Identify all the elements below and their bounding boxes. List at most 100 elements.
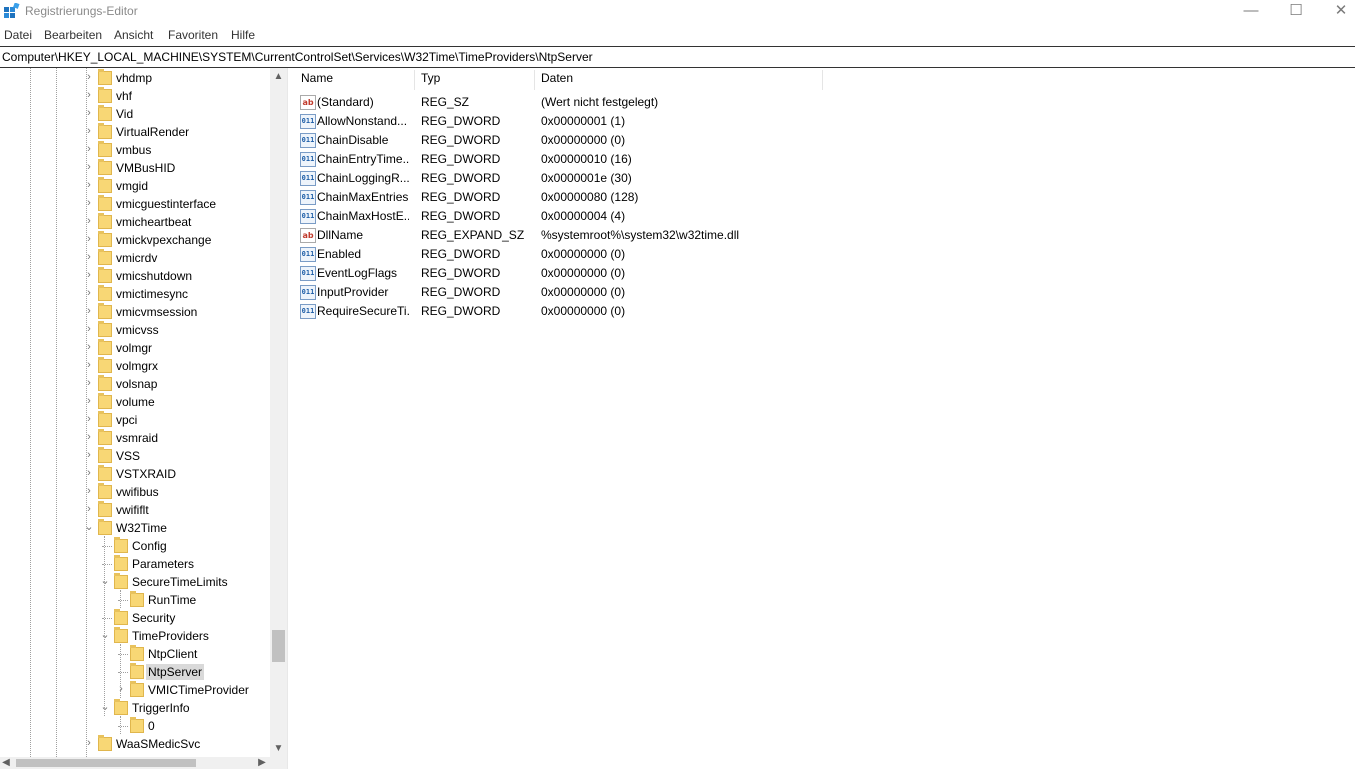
menu-datei[interactable]: Datei: [4, 28, 32, 42]
chevron-right-icon[interactable]: ›: [83, 123, 95, 141]
menu-hilfe[interactable]: Hilfe: [231, 28, 255, 42]
tree-item-label[interactable]: NtpClient: [146, 646, 199, 662]
tree-item[interactable]: › vsmraid: [0, 429, 270, 447]
tree-item[interactable]: › VSS: [0, 447, 270, 465]
tree-item[interactable]: › volsnap: [0, 375, 270, 393]
tree-item-label[interactable]: vwififlt: [114, 502, 151, 518]
chevron-right-icon[interactable]: ›: [83, 213, 95, 231]
tree-item[interactable]: › WaaSMedicSvc: [0, 735, 270, 753]
chevron-right-icon[interactable]: ›: [83, 69, 95, 87]
scroll-up-arrow-icon[interactable]: ▲: [270, 68, 287, 85]
tree-item-label[interactable]: vmicheartbeat: [114, 214, 193, 230]
tree-item-label[interactable]: vpci: [114, 412, 139, 428]
column-divider[interactable]: [414, 70, 415, 90]
chevron-down-icon[interactable]: ⌄: [83, 519, 95, 537]
tree-item[interactable]: › vhf: [0, 87, 270, 105]
tree-item-label[interactable]: TriggerInfo: [130, 700, 192, 716]
menu-favoriten[interactable]: Favoriten: [168, 28, 218, 42]
chevron-right-icon[interactable]: ›: [83, 285, 95, 303]
values-list[interactable]: Name Typ Daten ab (Standard) REG_SZ (Wert n…: [294, 68, 1355, 769]
tree-item[interactable]: › VMICTimeProvider: [0, 681, 270, 699]
tree-item-label[interactable]: vmgid: [114, 178, 150, 194]
chevron-right-icon[interactable]: ›: [83, 231, 95, 249]
tree-item[interactable]: ⌄ SecureTimeLimits: [0, 573, 270, 591]
chevron-down-icon[interactable]: ⌄: [99, 573, 111, 591]
tree-item[interactable]: › VSTXRAID: [0, 465, 270, 483]
tree-item-label[interactable]: SecureTimeLimits: [130, 574, 230, 590]
tree-item[interactable]: NtpServer: [0, 663, 270, 681]
tree-item-label[interactable]: vsmraid: [114, 430, 160, 446]
value-row[interactable]: 011 ChainEntryTime... REG_DWORD 0x00000010 …: [294, 150, 994, 169]
tree-item[interactable]: ⌄ W32Time: [0, 519, 270, 537]
value-row[interactable]: 011 ChainLoggingR... REG_DWORD 0x0000001e (…: [294, 169, 994, 188]
tree-item[interactable]: Config: [0, 537, 270, 555]
tree-item-label[interactable]: VSS: [114, 448, 142, 464]
tree-item-label[interactable]: volmgr: [114, 340, 154, 356]
address-path[interactable]: Computer\HKEY_LOCAL_MACHINE\SYSTEM\Curre…: [2, 50, 593, 64]
tree-item[interactable]: › vmicvss: [0, 321, 270, 339]
close-button[interactable]: ✕: [1318, 0, 1355, 24]
value-row[interactable]: 011 EventLogFlags REG_DWORD 0x00000000 (0): [294, 264, 994, 283]
tree-vertical-scrollbar[interactable]: ▲ ▼: [270, 68, 287, 757]
key-tree[interactable]: › vhdmp › vhf › Vid › VirtualRender › vmbus › VMBus…: [0, 68, 287, 757]
tree-item-label[interactable]: vhf: [114, 88, 134, 104]
scroll-left-arrow-icon[interactable]: ◀: [0, 754, 12, 771]
chevron-right-icon[interactable]: ›: [83, 447, 95, 465]
tree-item-label[interactable]: volmgrx: [114, 358, 160, 374]
tree-item[interactable]: ⌄ TriggerInfo: [0, 699, 270, 717]
scroll-down-arrow-icon[interactable]: ▼: [270, 740, 287, 757]
tree-item[interactable]: RunTime: [0, 591, 270, 609]
tree-item-label[interactable]: VirtualRender: [114, 124, 191, 140]
scroll-right-arrow-icon[interactable]: ▶: [256, 754, 268, 771]
tree-item-label[interactable]: TimeProviders: [130, 628, 211, 644]
chevron-right-icon[interactable]: ›: [83, 105, 95, 123]
tree-item-label[interactable]: vhdmp: [114, 70, 154, 86]
tree-item-label[interactable]: vmbus: [114, 142, 153, 158]
value-row[interactable]: 011 ChainDisable REG_DWORD 0x00000000 (0): [294, 131, 994, 150]
tree-item[interactable]: › vmickvpexchange: [0, 231, 270, 249]
chevron-right-icon[interactable]: ›: [83, 429, 95, 447]
tree-item[interactable]: › vmictimesync: [0, 285, 270, 303]
value-row[interactable]: 011 RequireSecureTi... REG_DWORD 0x00000000…: [294, 302, 994, 321]
tree-item[interactable]: › vmbus: [0, 141, 270, 159]
tree-item-label[interactable]: vmictimesync: [114, 286, 190, 302]
tree-item-label[interactable]: VSTXRAID: [114, 466, 178, 482]
tree-item[interactable]: › vmicvmsession: [0, 303, 270, 321]
chevron-down-icon[interactable]: ⌄: [99, 627, 111, 645]
tree-item[interactable]: › vhdmp: [0, 69, 270, 87]
tree-horizontal-scroll-thumb[interactable]: [16, 759, 196, 767]
chevron-right-icon[interactable]: ›: [83, 411, 95, 429]
tree-item[interactable]: › Vid: [0, 105, 270, 123]
tree-item[interactable]: NtpClient: [0, 645, 270, 663]
tree-item-label[interactable]: volume: [114, 394, 157, 410]
tree-vertical-scroll-thumb[interactable]: [272, 630, 285, 662]
tree-item-label[interactable]: vmicrdv: [114, 250, 159, 266]
chevron-right-icon[interactable]: ›: [115, 681, 127, 699]
tree-item-label[interactable]: Config: [130, 538, 169, 554]
chevron-right-icon[interactable]: ›: [83, 195, 95, 213]
tree-item[interactable]: Security: [0, 609, 270, 627]
value-row[interactable]: 011 ChainMaxEntries REG_DWORD 0x00000080 (1…: [294, 188, 994, 207]
tree-item-label[interactable]: Security: [130, 610, 177, 626]
tree-item-label[interactable]: volsnap: [114, 376, 159, 392]
tree-item[interactable]: › volume: [0, 393, 270, 411]
tree-item-label[interactable]: NtpServer: [146, 664, 205, 680]
chevron-right-icon[interactable]: ›: [83, 159, 95, 177]
tree-item-label[interactable]: WaaSMedicSvc: [114, 736, 202, 752]
tree-item[interactable]: › vmicshutdown: [0, 267, 270, 285]
chevron-right-icon[interactable]: ›: [83, 357, 95, 375]
chevron-right-icon[interactable]: ›: [83, 249, 95, 267]
minimize-button[interactable]: —: [1228, 0, 1274, 24]
tree-item[interactable]: › vmgid: [0, 177, 270, 195]
value-row[interactable]: ab (Standard) REG_SZ (Wert nicht festgelegt…: [294, 93, 994, 112]
tree-item-label[interactable]: W32Time: [114, 520, 169, 536]
address-bar[interactable]: Computer\HKEY_LOCAL_MACHINE\SYSTEM\Curre…: [0, 46, 1355, 68]
chevron-right-icon[interactable]: ›: [83, 321, 95, 339]
tree-item-label[interactable]: VMICTimeProvider: [146, 682, 251, 698]
tree-item-label[interactable]: VMBusHID: [114, 160, 177, 176]
menu-ansicht[interactable]: Ansicht: [114, 28, 153, 42]
chevron-right-icon[interactable]: ›: [83, 303, 95, 321]
tree-item-label[interactable]: Vid: [114, 106, 135, 122]
column-header-name[interactable]: Name: [301, 71, 333, 91]
tree-item-label[interactable]: vmicguestinterface: [114, 196, 218, 212]
